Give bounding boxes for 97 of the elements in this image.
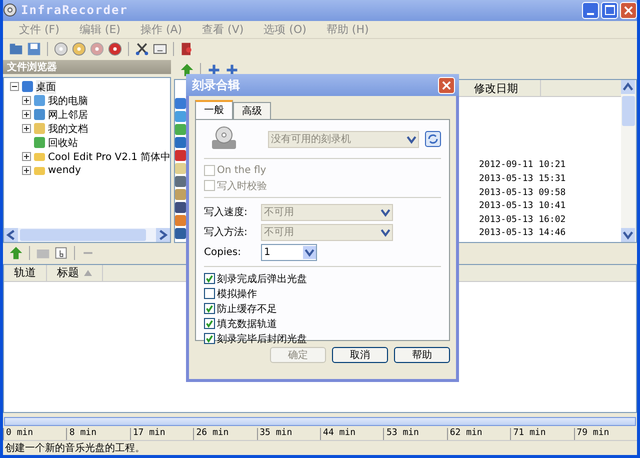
checkbox-option[interactable]: 模拟操作	[204, 286, 441, 301]
ruler-label: 26 min	[193, 428, 257, 440]
status-text: 创建一个新的音乐光盘的工程。	[5, 442, 145, 455]
checkmark-icon	[205, 274, 214, 283]
file-icon	[175, 189, 186, 200]
expand-toggle[interactable]	[22, 96, 31, 106]
file-icon	[175, 124, 186, 136]
dialog-title: 刻录合辑	[192, 76, 240, 94]
expand-toggle[interactable]	[22, 152, 31, 162]
field-label: Copies:	[204, 246, 242, 258]
ruler-label: 71 min	[510, 428, 574, 440]
window-title: InfraRecorder	[21, 3, 128, 18]
tree-item[interactable]: Cool Edit Pro V2.1 简体中	[48, 150, 171, 164]
ruler-label: 0 min	[3, 428, 66, 440]
item-icon	[34, 123, 45, 134]
up-arrow-icon[interactable]	[9, 246, 23, 260]
close-icon	[442, 80, 451, 90]
maximize-button[interactable]	[601, 2, 618, 19]
file-icon	[175, 150, 186, 162]
expand-toggle[interactable]	[22, 124, 31, 134]
folder-icon	[34, 152, 45, 161]
dropdown[interactable]: 1	[261, 244, 317, 260]
ruler-label: 17 min	[130, 428, 194, 440]
tab[interactable]: 一般	[195, 100, 233, 119]
tree-item[interactable]: 我的文档	[48, 122, 88, 136]
close-icon	[624, 6, 633, 15]
date-cell-text: 2013-05-13 09:58	[479, 188, 567, 200]
file-icon	[175, 137, 186, 148]
horizontal-scrollbar[interactable]	[4, 228, 170, 242]
tab[interactable]: 高级	[233, 102, 271, 119]
dialog-button[interactable]: 取消	[332, 347, 388, 363]
folder-icon[interactable]	[9, 42, 23, 56]
file-icon	[175, 176, 186, 188]
disc-icon[interactable]	[54, 42, 68, 56]
tree-item[interactable]: wendy	[48, 165, 81, 176]
file-icon	[175, 98, 186, 110]
ruler-label: 79 min	[574, 428, 637, 440]
file-icon	[175, 228, 186, 240]
add-icon[interactable]	[225, 62, 239, 77]
field-label: 写入方法:	[204, 226, 248, 239]
chevron-down-icon[interactable]	[303, 246, 316, 258]
scrollbar-thumb[interactable]	[20, 228, 146, 241]
file-icon	[175, 163, 186, 174]
column-header[interactable]: 标题	[47, 264, 103, 281]
tree-item[interactable]: 我的电脑	[48, 94, 88, 108]
field-label: 写入速度:	[204, 206, 248, 219]
folder-icon	[34, 166, 45, 175]
disc-icon	[3, 3, 17, 18]
expand-toggle[interactable]	[22, 110, 31, 120]
ruler-label: 8 min	[66, 428, 130, 440]
item-icon	[34, 95, 45, 106]
file-icon	[175, 202, 186, 214]
expand-toggle[interactable]	[22, 166, 31, 176]
refresh-icon[interactable]	[425, 131, 441, 147]
column-header[interactable]: 轨道	[4, 264, 47, 281]
date-cell-text: 2013-05-13 16:02	[479, 214, 567, 227]
disc-icon[interactable]	[108, 42, 122, 56]
save-icon[interactable]	[27, 42, 41, 56]
dialog-button[interactable]: 帮助	[394, 347, 450, 363]
minimize-button[interactable]	[582, 2, 599, 19]
date-cell-text: 2013-05-13 10:41	[479, 201, 567, 214]
sort-arrow-icon	[84, 270, 92, 276]
scrollbar-thumb[interactable]	[622, 96, 635, 126]
item-icon	[34, 137, 45, 148]
chevron-up-icon[interactable]	[621, 80, 635, 94]
item-icon	[34, 109, 45, 120]
disc-icon[interactable]	[72, 42, 86, 56]
tree-item[interactable]: 桌面	[36, 80, 56, 94]
checkbox-option[interactable]: 防止缓存不足	[204, 301, 441, 316]
close-button[interactable]	[438, 76, 455, 94]
date-cell-text: 2012-09-11 10:21	[479, 160, 567, 172]
ruler-label: 53 min	[383, 428, 447, 440]
date-cell-text: 2013-05-13 14:46	[479, 228, 567, 240]
checkbox-option[interactable]: 刻录完毕后封闭光盘	[204, 331, 441, 346]
collapse-toggle[interactable]	[10, 82, 19, 92]
checkbox-option[interactable]: 填充数据轨道	[204, 316, 441, 331]
file-icon	[175, 215, 186, 226]
ruler-label: 62 min	[446, 428, 510, 440]
chevron-left-icon[interactable]	[4, 228, 18, 242]
vertical-scrollbar[interactable]	[621, 80, 636, 242]
checkbox-option[interactable]: 刻录完成后弹出光盘	[204, 271, 441, 286]
close-button[interactable]	[620, 2, 637, 19]
tree-item[interactable]: 网上邻居	[48, 108, 88, 122]
file-icon	[175, 111, 186, 122]
disc-drive-icon	[210, 126, 238, 152]
date-cell-text: 2013-05-13 15:31	[479, 174, 567, 186]
scissors-icon[interactable]	[135, 42, 149, 56]
ruler-label: 35 min	[256, 428, 320, 440]
drive-icon[interactable]	[153, 42, 167, 56]
panel-title: 文件浏览器	[7, 60, 57, 74]
tree-item[interactable]: 回收站	[48, 136, 78, 150]
add-icon[interactable]	[207, 62, 221, 77]
ruler-label: 44 min	[320, 428, 384, 440]
exit-icon[interactable]	[180, 42, 194, 56]
chevron-down-icon[interactable]	[621, 228, 635, 242]
chevron-right-icon[interactable]	[156, 228, 170, 242]
rename-icon[interactable]	[54, 246, 68, 260]
